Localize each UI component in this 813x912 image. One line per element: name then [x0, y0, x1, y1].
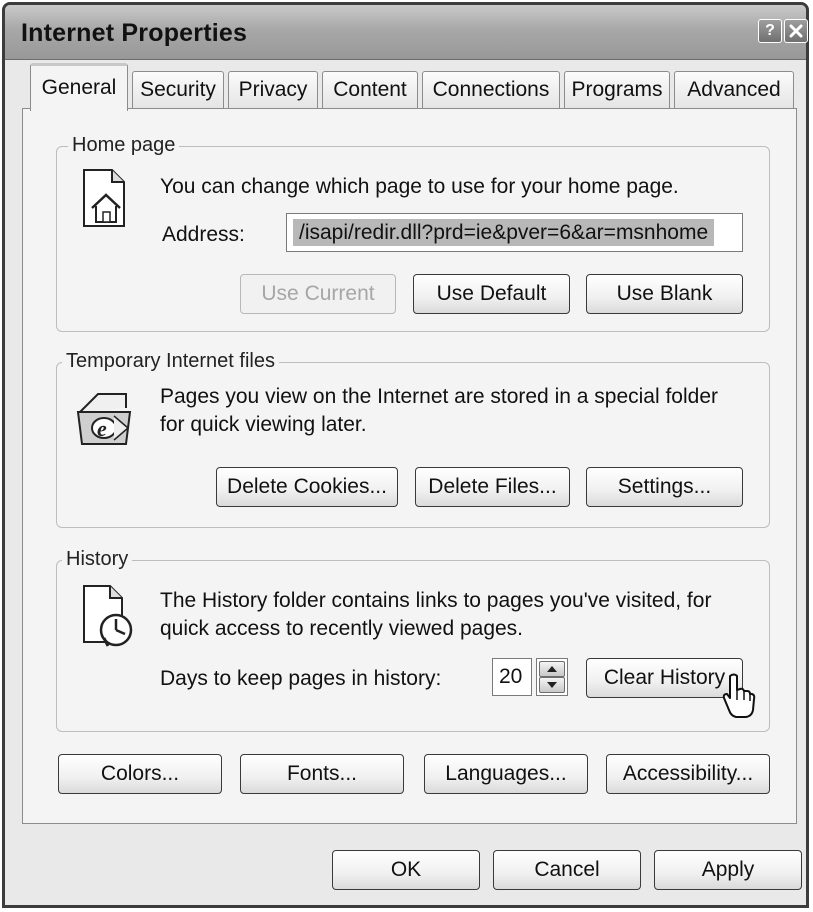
ok-button[interactable]: OK	[332, 850, 480, 890]
address-input[interactable]: /isapi/redir.dll?prd=ie&pver=6&ar=msnhom…	[286, 213, 743, 252]
history-legend: History	[62, 548, 133, 571]
tab-connections-label: Connections	[432, 78, 550, 101]
days-input[interactable]: 20	[492, 658, 532, 696]
use-default-button[interactable]: Use Default	[413, 274, 570, 314]
languages-button[interactable]: Languages...	[424, 754, 588, 794]
address-label: Address:	[162, 223, 245, 246]
arrow-up-icon	[547, 666, 557, 672]
tab-privacy-label: Privacy	[238, 78, 308, 101]
ie-folder-icon: e	[76, 393, 132, 445]
days-label: Days to keep pages in history:	[160, 667, 442, 690]
temp-files-legend: Temporary Internet files	[62, 350, 279, 373]
home-page-icon	[83, 169, 125, 227]
temp-files-description-1: Pages you view on the Internet are store…	[160, 385, 718, 408]
days-spinner[interactable]	[536, 658, 568, 696]
history-description-1: The History folder contains links to pag…	[160, 589, 712, 612]
use-current-button: Use Current	[240, 274, 396, 314]
history-icon	[83, 585, 133, 647]
svg-text:e: e	[97, 416, 107, 441]
delete-files-button[interactable]: Delete Files...	[415, 467, 570, 507]
delete-cookies-button[interactable]: Delete Cookies...	[216, 467, 398, 507]
tab-privacy[interactable]: Privacy	[228, 71, 318, 109]
address-value: /isapi/redir.dll?prd=ie&pver=6&ar=msnhom…	[293, 219, 715, 246]
colors-button[interactable]: Colors...	[58, 754, 222, 794]
home-page-legend: Home page	[68, 134, 180, 157]
hand-cursor-icon	[722, 673, 756, 718]
tab-programs[interactable]: Programs	[564, 71, 670, 109]
apply-button[interactable]: Apply	[654, 850, 802, 890]
tab-general-label: General	[41, 76, 117, 99]
title-bar[interactable]: Internet Properties ?	[5, 5, 808, 60]
tab-programs-label: Programs	[571, 78, 663, 101]
help-button[interactable]: ?	[758, 19, 782, 43]
clear-history-button[interactable]: Clear History	[586, 658, 743, 698]
tab-advanced-label: Advanced	[687, 78, 781, 101]
close-icon	[789, 24, 803, 38]
window-title: Internet Properties	[21, 19, 248, 47]
tab-content-label: Content	[333, 78, 407, 101]
fonts-button[interactable]: Fonts...	[240, 754, 404, 794]
tab-content[interactable]: Content	[322, 71, 418, 109]
use-blank-button[interactable]: Use Blank	[586, 274, 743, 314]
cancel-button[interactable]: Cancel	[493, 850, 641, 890]
home-page-description: You can change which page to use for you…	[160, 175, 679, 198]
history-description-2: quick access to recently viewed pages.	[160, 617, 524, 640]
help-icon: ?	[765, 22, 775, 39]
spin-up-button[interactable]	[539, 661, 565, 677]
tab-security-label: Security	[140, 78, 216, 101]
tab-connections[interactable]: Connections	[422, 71, 560, 109]
tab-security[interactable]: Security	[132, 71, 224, 109]
history-group	[56, 560, 770, 732]
tab-advanced[interactable]: Advanced	[674, 71, 794, 109]
accessibility-button[interactable]: Accessibility...	[606, 754, 770, 794]
arrow-down-icon	[547, 682, 557, 688]
spin-down-button[interactable]	[539, 677, 565, 693]
close-button[interactable]	[784, 19, 808, 43]
tab-general[interactable]: General	[30, 63, 128, 111]
temp-files-description-2: for quick viewing later.	[160, 413, 367, 436]
settings-button[interactable]: Settings...	[586, 467, 743, 507]
